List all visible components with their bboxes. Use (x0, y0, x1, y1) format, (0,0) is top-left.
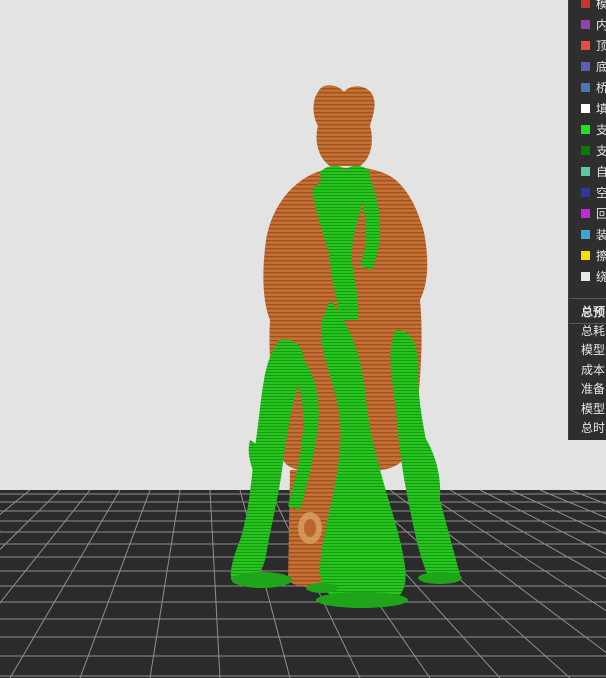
legend-swatch (581, 0, 590, 8)
legend-item: 顶 (569, 35, 606, 56)
legend-swatch (581, 188, 590, 197)
legend-swatch (581, 230, 590, 239)
legend-swatch (581, 167, 590, 176)
legend-swatch (581, 251, 590, 260)
legend-item: 自 (569, 161, 606, 182)
tree-supports[interactable] (230, 165, 462, 608)
legend-swatch (581, 272, 590, 281)
legend-label: 擦 (596, 249, 606, 263)
legend-item: 绕 (569, 266, 606, 287)
legend-label: 支 (596, 123, 606, 137)
legend-label: 顶 (596, 39, 606, 53)
summary-row: 总时 (569, 418, 606, 438)
legend-item: 填 (569, 98, 606, 119)
legend-label: 填 (596, 102, 606, 116)
summary-row: 成本 (569, 359, 606, 379)
legend-label: 装 (596, 228, 606, 242)
summary-row-label: 模型 (581, 343, 606, 357)
legend-label: 模 (596, 0, 606, 11)
summary-row-label: 准备 (581, 382, 606, 396)
legend-swatch (581, 125, 590, 134)
legend-label: 支 (596, 144, 606, 158)
legend-swatch (581, 83, 590, 92)
3d-viewport[interactable] (0, 0, 606, 678)
legend-item: 支 (569, 119, 606, 140)
summary-title: 总预 (581, 304, 606, 319)
summary-row: 模型 (569, 398, 606, 418)
preview-scene[interactable] (0, 0, 606, 678)
legend-label: 内 (596, 18, 606, 32)
legend-item: 内 (569, 14, 606, 35)
summary-row-label: 成本 (581, 362, 606, 377)
legend-item: 模 (569, 0, 606, 14)
summary-row-label: 模型 (581, 401, 606, 416)
legend-panel: 模内顶底桥填支支自空回装擦绕 总预 总耗 模型 成本 准备 模型 总时 (569, 0, 606, 440)
legend-swatch (581, 209, 590, 218)
legend-item: 擦 (569, 245, 606, 266)
legend-swatch (581, 20, 590, 29)
legend-item: 装 (569, 224, 606, 245)
summary-row-label: 总耗 (581, 323, 606, 338)
legend-label: 绕 (596, 270, 606, 284)
legend-label: 桥 (596, 81, 606, 95)
legend-label: 自 (596, 165, 606, 179)
legend-swatch (581, 41, 590, 50)
legend-item: 底 (569, 56, 606, 77)
summary-row: 总耗 (569, 320, 606, 340)
summary-row: 模型 (569, 340, 606, 360)
legend-swatch (581, 104, 590, 113)
legend-swatch (581, 146, 590, 155)
legend-swatch (581, 62, 590, 71)
summary-row: 准备 (569, 379, 606, 399)
legend-item: 桥 (569, 77, 606, 98)
legend-item: 回 (569, 203, 606, 224)
legend-label: 底 (596, 60, 606, 74)
legend-label: 空 (596, 186, 606, 200)
legend-item: 支 (569, 140, 606, 161)
legend-item: 空 (569, 182, 606, 203)
legend-label: 回 (596, 207, 606, 221)
summary-row-label: 总时 (581, 421, 606, 435)
